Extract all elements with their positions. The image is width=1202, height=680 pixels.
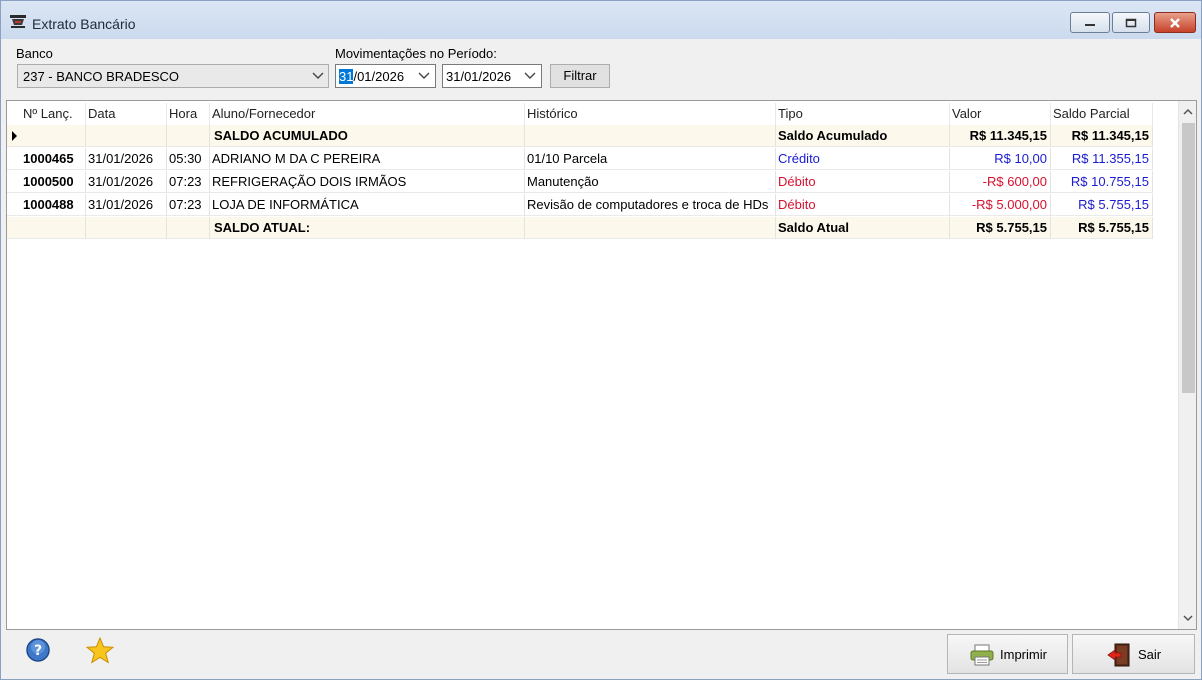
scroll-down-icon[interactable] — [1183, 615, 1193, 622]
cell-balance: R$ 5.755,15 — [1051, 217, 1153, 239]
cell-num: 1000488 — [21, 194, 86, 216]
cell-type: Saldo Acumulado — [776, 125, 950, 147]
cell-type: Saldo Atual — [776, 217, 950, 239]
cell-time — [167, 125, 210, 147]
cell-date: 31/01/2026 — [86, 171, 167, 193]
cell-name: LOJA DE INFORMÁTICA — [210, 194, 525, 216]
cell-history — [525, 125, 776, 147]
exit-button[interactable]: Sair — [1072, 634, 1195, 674]
cell-value: R$ 11.345,15 — [950, 125, 1051, 147]
help-icon[interactable]: ? — [25, 637, 51, 663]
maximize-icon — [1125, 18, 1137, 27]
cell-time: 07:23 — [167, 171, 210, 193]
cell-num — [21, 217, 86, 239]
cell-history — [525, 217, 776, 239]
cell-value: R$ 5.755,15 — [950, 217, 1051, 239]
cell-date — [86, 217, 167, 239]
cell-value: -R$ 5.000,00 — [950, 194, 1051, 216]
cell-balance: R$ 5.755,15 — [1051, 194, 1153, 216]
date-to-picker[interactable]: 31/01/2026 — [442, 64, 542, 88]
chevron-down-icon — [312, 72, 324, 79]
print-label: Imprimir — [1000, 647, 1047, 662]
cell-name: SALDO ATUAL: — [210, 217, 525, 239]
exit-label: Sair — [1138, 647, 1162, 662]
cell-time: 05:30 — [167, 148, 210, 170]
cell-type: Crédito — [776, 148, 950, 170]
table-row[interactable]: SALDO ATUAL: Saldo Atual R$ 5.755,15 R$ … — [7, 217, 1153, 239]
cell-balance: R$ 11.355,15 — [1051, 148, 1153, 170]
cell-history: Manutenção — [525, 171, 776, 193]
close-button[interactable] — [1154, 12, 1196, 33]
cell-num — [21, 125, 86, 147]
cell-name: SALDO ACUMULADO — [210, 125, 525, 147]
column-header-name[interactable]: Aluno/Fornecedor — [210, 103, 525, 125]
filter-button[interactable]: Filtrar — [550, 64, 610, 88]
cell-type: Débito — [776, 194, 950, 216]
date-from-value: 31/01/2026 — [339, 69, 404, 84]
cell-history: 01/10 Parcela — [525, 148, 776, 170]
svg-text:?: ? — [34, 643, 42, 659]
date-from-picker[interactable]: 31/01/2026 — [335, 64, 436, 88]
minimize-icon — [1085, 23, 1095, 26]
bank-select-value: 237 - BANCO BRADESCO — [23, 69, 180, 84]
column-header-balance[interactable]: Saldo Parcial — [1051, 103, 1153, 125]
column-header-time[interactable]: Hora — [167, 103, 210, 125]
star-icon[interactable] — [86, 637, 114, 664]
title-bar: Extrato Bancário — [1, 1, 1201, 39]
grid-header: Nº Lanç. Data Hora Aluno/Fornecedor Hist… — [7, 103, 1157, 125]
cell-date: 31/01/2026 — [86, 194, 167, 216]
cell-name: ADRIANO M DA C PEREIRA — [210, 148, 525, 170]
date-from-day-selected: 31 — [339, 69, 354, 84]
bank-select[interactable]: 237 - BANCO BRADESCO — [17, 64, 329, 88]
date-to-value: 31/01/2026 — [446, 69, 512, 84]
statement-grid[interactable]: Nº Lanç. Data Hora Aluno/Fornecedor Hist… — [6, 100, 1197, 630]
period-label: Movimentações no Período: — [335, 46, 497, 61]
cell-history: Revisão de computadores e troca de HDs — [525, 194, 776, 216]
chevron-down-icon — [418, 72, 430, 79]
window-title: Extrato Bancário — [32, 16, 136, 32]
table-row[interactable]: 1000465 31/01/2026 05:30 ADRIANO M DA C … — [7, 148, 1153, 170]
cell-value: -R$ 600,00 — [950, 171, 1051, 193]
cell-balance: R$ 10.755,15 — [1051, 171, 1153, 193]
cell-date: 31/01/2026 — [86, 148, 167, 170]
cell-num: 1000500 — [21, 171, 86, 193]
date-from-rest: /01/2026 — [353, 69, 405, 84]
extrato-window: Extrato Bancário Banco 237 - BANCO BRADE… — [0, 0, 1202, 680]
table-row[interactable]: SALDO ACUMULADO Saldo Acumulado R$ 11.34… — [7, 125, 1153, 147]
minimize-button[interactable] — [1070, 12, 1110, 33]
column-header-value[interactable]: Valor — [950, 103, 1051, 125]
scrollbar-thumb[interactable] — [1182, 123, 1195, 393]
cell-num: 1000465 — [21, 148, 86, 170]
cell-time: 07:23 — [167, 194, 210, 216]
cell-value: R$ 10,00 — [950, 148, 1051, 170]
column-header-type[interactable]: Tipo — [776, 103, 950, 125]
print-button[interactable]: Imprimir — [947, 634, 1068, 674]
column-header-num[interactable]: Nº Lanç. — [21, 103, 86, 125]
column-header-history[interactable]: Histórico — [525, 103, 776, 125]
cell-date — [86, 125, 167, 147]
bank-label: Banco — [16, 46, 53, 61]
table-row[interactable]: 1000488 31/01/2026 07:23 LOJA DE INFORMÁ… — [7, 194, 1153, 216]
close-icon — [1170, 17, 1180, 28]
vertical-scrollbar[interactable] — [1178, 101, 1196, 629]
chevron-down-icon — [524, 72, 536, 79]
exit-door-icon — [1107, 643, 1130, 667]
app-icon — [10, 15, 26, 28]
cell-time — [167, 217, 210, 239]
printer-icon — [970, 644, 994, 666]
maximize-button[interactable] — [1112, 12, 1150, 33]
column-header-date[interactable]: Data — [86, 103, 167, 125]
scroll-up-icon[interactable] — [1183, 108, 1193, 115]
row-pointer-icon — [12, 131, 17, 141]
cell-name: REFRIGERAÇÃO DOIS IRMÃOS — [210, 171, 525, 193]
cell-balance: R$ 11.345,15 — [1051, 125, 1153, 147]
table-row[interactable]: 1000500 31/01/2026 07:23 REFRIGERAÇÃO DO… — [7, 171, 1153, 193]
cell-type: Débito — [776, 171, 950, 193]
